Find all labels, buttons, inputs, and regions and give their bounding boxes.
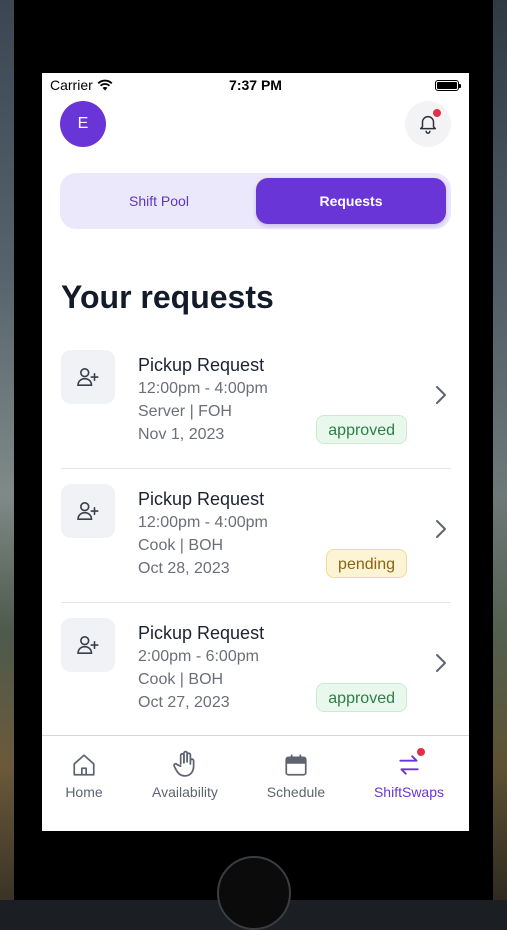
tab-home[interactable]: Home: [42, 748, 134, 800]
bottom-tab-bar: Home Availability Schedule ShiftSwaps: [42, 735, 469, 831]
request-time: 12:00pm - 4:00pm: [138, 514, 268, 531]
tab-schedule[interactable]: Schedule: [246, 748, 346, 800]
app-screen: Carrier 7:37 PM E Shift Pool Requests Yo…: [42, 73, 469, 831]
request-item[interactable]: Pickup Request 12:00pm - 4:00pm Server |…: [61, 335, 451, 469]
user-plus-icon-box: [61, 484, 115, 538]
request-date: Nov 1, 2023: [138, 426, 225, 443]
request-role: Server | FOH: [138, 403, 232, 420]
status-badge: approved: [316, 683, 407, 712]
request-item[interactable]: Pickup Request 12:00pm - 4:00pm Cook | B…: [61, 469, 451, 603]
user-plus-icon-box: [61, 618, 115, 672]
status-badge: approved: [316, 415, 407, 444]
tab-availability[interactable]: Availability: [135, 748, 235, 800]
user-plus-icon: [77, 501, 99, 520]
status-bar: Carrier 7:37 PM: [42, 73, 469, 97]
tab-shift-pool-label: Shift Pool: [129, 193, 189, 209]
tab-requests-label: Requests: [319, 193, 383, 209]
segmented-control: Shift Pool Requests: [60, 173, 451, 229]
battery-icon: [435, 80, 461, 91]
notifications-button[interactable]: [405, 101, 451, 147]
chevron-right-icon: [436, 386, 446, 404]
tab-requests[interactable]: Requests: [256, 178, 446, 224]
request-title: Pickup Request: [138, 623, 265, 643]
request-date: Oct 27, 2023: [138, 694, 230, 711]
requests-list: Pickup Request 12:00pm - 4:00pm Server |…: [61, 335, 451, 737]
request-time: 12:00pm - 4:00pm: [138, 380, 268, 397]
tab-shift-pool[interactable]: Shift Pool: [64, 178, 254, 224]
user-plus-icon-box: [61, 350, 115, 404]
tab-home-label: Home: [65, 784, 103, 800]
request-time: 2:00pm - 6:00pm: [138, 648, 259, 665]
swap-icon: [399, 755, 419, 775]
tab-shiftswaps[interactable]: ShiftSwaps: [359, 748, 459, 800]
calendar-icon: [285, 754, 307, 776]
user-plus-icon: [77, 367, 99, 386]
page-title: Your requests: [61, 279, 274, 315]
chevron-right-icon: [436, 654, 446, 672]
tab-shiftswaps-label: ShiftSwaps: [373, 784, 445, 800]
home-icon: [73, 754, 95, 776]
tab-schedule-label: Schedule: [266, 784, 326, 800]
hand-icon: [173, 750, 195, 777]
notification-dot: [417, 748, 425, 756]
request-item[interactable]: Pickup Request 2:00pm - 6:00pm Cook | BO…: [61, 603, 451, 737]
home-button[interactable]: [217, 856, 291, 930]
status-badge: pending: [326, 549, 407, 578]
request-date: Oct 28, 2023: [138, 560, 230, 577]
request-role: Cook | BOH: [138, 537, 224, 554]
notification-dot: [433, 109, 441, 117]
request-title: Pickup Request: [138, 355, 265, 375]
request-role: Cook | BOH: [138, 671, 224, 688]
user-plus-icon: [77, 635, 99, 654]
avatar[interactable]: E: [60, 101, 106, 147]
request-title: Pickup Request: [138, 489, 265, 509]
avatar-initial: E: [77, 115, 89, 132]
chevron-right-icon: [436, 520, 446, 538]
status-time: 7:37 PM: [229, 77, 282, 93]
tab-availability-label: Availability: [152, 784, 218, 800]
